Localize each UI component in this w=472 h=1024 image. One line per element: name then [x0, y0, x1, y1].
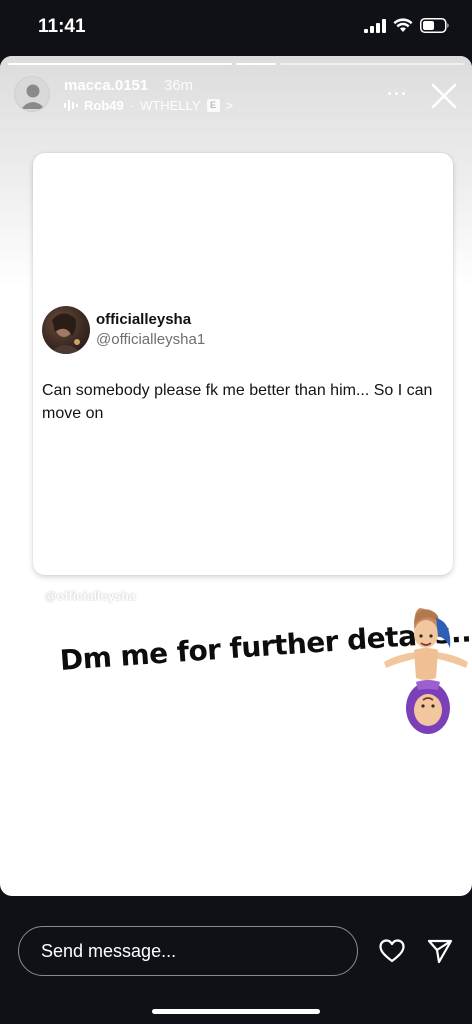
signal-bars-icon — [364, 18, 386, 33]
story-reply-bar — [0, 896, 472, 1024]
explicit-badge: E — [206, 99, 220, 112]
music-separator: · — [129, 98, 135, 113]
story-progress — [8, 63, 464, 65]
upside-down-couple-emoji-icon — [384, 608, 468, 734]
profile-photo — [50, 313, 82, 354]
progress-segment-1 — [8, 63, 232, 65]
battery-icon — [420, 18, 449, 33]
tweet-display-name: officialleysha — [96, 311, 192, 328]
status-icons — [364, 18, 450, 33]
music-artist: WTHELLY — [140, 98, 201, 113]
music-attribution[interactable]: Rob49 · WTHELLY E > — [64, 98, 233, 113]
default-avatar-icon — [21, 84, 45, 109]
chevron-right-icon: > — [225, 98, 234, 113]
watermark-handle: @officialleysha — [45, 589, 136, 603]
tweet-card: officialleysha @officialleysha1 Can some… — [33, 153, 453, 575]
tweet-text: Can somebody please fk me better than hi… — [42, 382, 433, 422]
tweet-handle: @officialleysha1 — [96, 331, 206, 348]
story-viewer[interactable]: macca.0151 36m Rob49 · WTHELLY E > ··· o… — [0, 56, 472, 896]
more-options-button[interactable]: ··· — [387, 84, 408, 105]
home-indicator[interactable] — [152, 1009, 320, 1014]
close-icon[interactable] — [430, 82, 458, 110]
progress-segment-3 — [280, 63, 464, 65]
wifi-icon — [393, 18, 413, 32]
status-time: 11:41 — [38, 16, 86, 37]
send-message-input[interactable] — [18, 926, 358, 976]
music-track: Rob49 — [84, 98, 124, 113]
story-time-ago: 36m — [164, 77, 194, 94]
heart-icon[interactable] — [378, 937, 406, 965]
user-avatar[interactable] — [14, 76, 50, 112]
tweet-avatar — [42, 306, 90, 354]
story-header: macca.0151 36m Rob49 · WTHELLY E > ··· — [14, 74, 460, 118]
music-bars-icon — [64, 100, 78, 111]
progress-segment-2 — [236, 63, 276, 65]
status-bar: 11:41 — [0, 0, 472, 56]
story-username[interactable]: macca.0151 — [64, 77, 148, 94]
send-icon[interactable] — [426, 937, 454, 965]
